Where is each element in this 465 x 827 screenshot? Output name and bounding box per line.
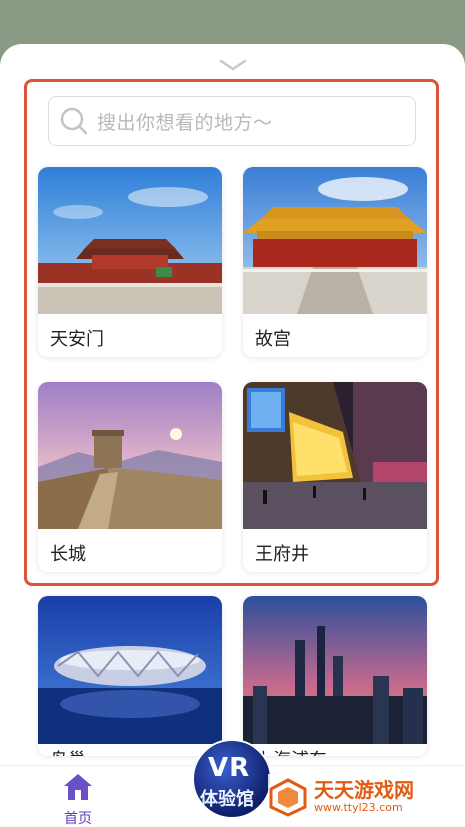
- watermark-logo-icon: [269, 778, 307, 817]
- vr-badge-subtitle: 体验馆: [200, 789, 254, 810]
- vr-badge-title: VR: [208, 753, 251, 783]
- place-name: 王府井: [255, 544, 309, 565]
- nav-home[interactable]: 首页: [56, 772, 100, 827]
- chevron-down-icon[interactable]: [219, 58, 247, 72]
- search-input[interactable]: 搜出你想看的地方～: [48, 96, 416, 146]
- place-name: 鸟巢: [50, 746, 86, 756]
- place-name: 长城: [50, 544, 86, 565]
- pudong-photo: [243, 596, 427, 744]
- watermark-name: 天天游戏网: [314, 778, 414, 802]
- tiananmen-photo: [38, 167, 222, 314]
- place-card-great-wall[interactable]: 长城: [38, 382, 222, 572]
- nav-home-label: 首页: [64, 811, 92, 827]
- background-overlay: [0, 0, 465, 50]
- forbidden-city-photo: [243, 167, 427, 314]
- place-name: 故宫: [255, 329, 291, 350]
- wangfujing-photo: [243, 382, 427, 529]
- watermark-url: www.ttyl23.com: [314, 801, 403, 814]
- site-watermark: 天天游戏网 www.ttyl23.com: [268, 774, 448, 820]
- place-card-birds-nest[interactable]: 鸟巢: [38, 596, 222, 756]
- search-icon: [60, 107, 88, 135]
- place-card-wangfujing[interactable]: 王府井: [243, 382, 427, 572]
- place-card-pudong[interactable]: 上海浦东: [243, 596, 427, 756]
- great-wall-photo: [38, 382, 222, 529]
- search-placeholder: 搜出你想看的地方～: [97, 111, 273, 134]
- place-name: 上海浦东: [255, 746, 327, 756]
- vr-experience-badge[interactable]: VR 体验馆: [192, 739, 272, 819]
- place-card-forbidden-city[interactable]: 故宫: [243, 167, 427, 357]
- place-card-tiananmen[interactable]: 天安门: [38, 167, 222, 357]
- birds-nest-photo: [38, 596, 222, 744]
- place-name: 天安门: [50, 329, 104, 350]
- home-icon: [64, 774, 92, 800]
